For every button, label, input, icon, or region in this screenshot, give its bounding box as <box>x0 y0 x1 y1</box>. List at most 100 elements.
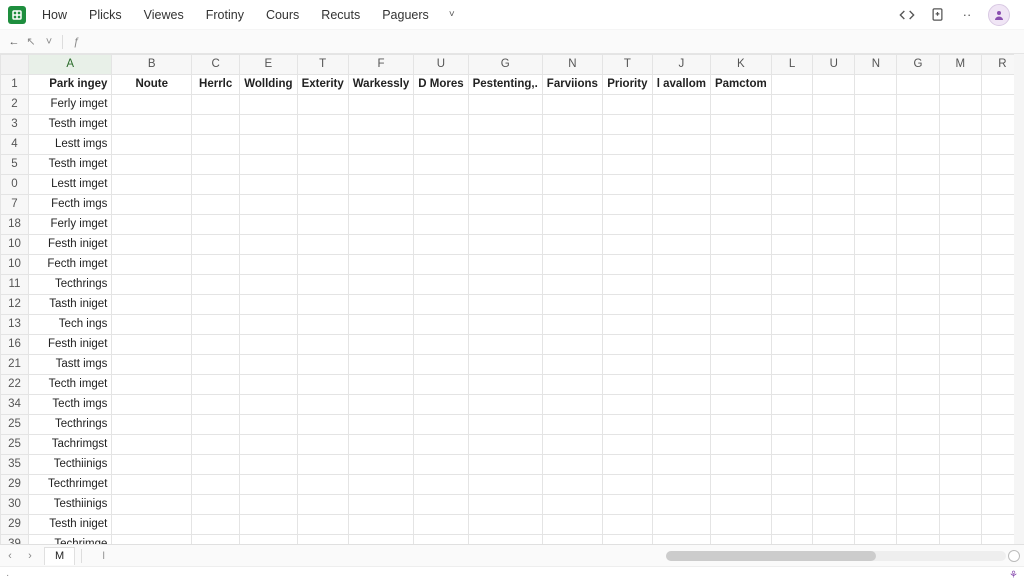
column-header[interactable]: G <box>897 55 939 75</box>
cell[interactable] <box>771 335 813 355</box>
cell[interactable] <box>652 235 710 255</box>
cell[interactable] <box>468 235 542 255</box>
cell[interactable] <box>602 155 652 175</box>
cell[interactable] <box>602 195 652 215</box>
cell[interactable] <box>414 275 468 295</box>
cell[interactable] <box>602 475 652 495</box>
cell[interactable] <box>192 95 240 115</box>
cell[interactable] <box>813 515 855 535</box>
cell[interactable] <box>939 415 981 435</box>
cell[interactable] <box>297 415 348 435</box>
cell[interactable] <box>240 335 297 355</box>
cell[interactable] <box>192 375 240 395</box>
cell[interactable] <box>414 375 468 395</box>
cell[interactable] <box>771 155 813 175</box>
cell[interactable] <box>468 515 542 535</box>
cell[interactable] <box>939 455 981 475</box>
cell[interactable] <box>939 255 981 275</box>
cell[interactable] <box>112 175 192 195</box>
cell[interactable] <box>897 175 939 195</box>
cell[interactable] <box>652 155 710 175</box>
cell[interactable] <box>813 315 855 335</box>
cell[interactable]: Ferly imget <box>29 215 112 235</box>
cell[interactable] <box>542 415 602 435</box>
cell[interactable] <box>939 295 981 315</box>
cell[interactable] <box>542 515 602 535</box>
status-user-icon[interactable]: ⚘ <box>1009 570 1018 581</box>
cell[interactable] <box>542 435 602 455</box>
cell[interactable] <box>192 135 240 155</box>
cell[interactable] <box>414 255 468 275</box>
cell[interactable] <box>602 135 652 155</box>
row-header[interactable]: 29 <box>1 515 29 535</box>
cell[interactable] <box>192 495 240 515</box>
cell[interactable]: Herrlc <box>192 75 240 95</box>
cell[interactable] <box>240 255 297 275</box>
cell[interactable]: Fecth imgs <box>29 195 112 215</box>
cell[interactable] <box>297 335 348 355</box>
cell[interactable] <box>414 215 468 235</box>
cell[interactable]: Tasth iniget <box>29 295 112 315</box>
cell[interactable] <box>710 195 771 215</box>
row-header[interactable]: 12 <box>1 295 29 315</box>
cell[interactable] <box>855 355 897 375</box>
cell[interactable] <box>297 215 348 235</box>
cell[interactable] <box>542 115 602 135</box>
cell[interactable] <box>414 515 468 535</box>
row-header[interactable]: 7 <box>1 195 29 215</box>
cell[interactable]: Farviions <box>542 75 602 95</box>
cell[interactable] <box>897 75 939 95</box>
cell[interactable]: Tecthiinigs <box>29 455 112 475</box>
cell[interactable] <box>710 395 771 415</box>
cell[interactable]: Tecthrings <box>29 415 112 435</box>
cell[interactable] <box>297 515 348 535</box>
cell[interactable] <box>192 415 240 435</box>
cell[interactable] <box>240 175 297 195</box>
add-page-icon[interactable] <box>928 6 946 24</box>
cell[interactable] <box>855 315 897 335</box>
cell[interactable]: Tecthrings <box>29 275 112 295</box>
cell[interactable] <box>813 235 855 255</box>
cell[interactable] <box>542 395 602 415</box>
cell[interactable]: Ferly imget <box>29 95 112 115</box>
cell[interactable] <box>897 215 939 235</box>
cell[interactable] <box>710 275 771 295</box>
cell[interactable] <box>710 215 771 235</box>
cell[interactable] <box>192 255 240 275</box>
cell[interactable] <box>468 495 542 515</box>
cell[interactable] <box>652 535 710 545</box>
cell[interactable] <box>652 95 710 115</box>
cell[interactable] <box>297 175 348 195</box>
cell[interactable] <box>939 355 981 375</box>
cell[interactable] <box>771 115 813 135</box>
cell[interactable] <box>468 455 542 475</box>
cell[interactable] <box>112 135 192 155</box>
cell[interactable] <box>297 455 348 475</box>
cell[interactable] <box>897 255 939 275</box>
cell[interactable] <box>542 475 602 495</box>
column-header[interactable]: A <box>29 55 112 75</box>
cell[interactable] <box>468 315 542 335</box>
cell[interactable] <box>348 415 413 435</box>
cell[interactable] <box>297 495 348 515</box>
cell[interactable] <box>652 215 710 235</box>
cell[interactable]: Lestt imgs <box>29 135 112 155</box>
cell[interactable] <box>468 415 542 435</box>
cell[interactable]: Festh iniget <box>29 235 112 255</box>
cell[interactable] <box>652 415 710 435</box>
cell[interactable] <box>297 535 348 545</box>
cell[interactable] <box>348 535 413 545</box>
cell[interactable] <box>939 135 981 155</box>
menu-item-viewes[interactable]: Viewes <box>136 4 192 26</box>
cell[interactable] <box>710 515 771 535</box>
cell[interactable] <box>468 115 542 135</box>
cell[interactable] <box>855 395 897 415</box>
cell[interactable] <box>813 255 855 275</box>
cell[interactable] <box>813 175 855 195</box>
cell[interactable] <box>112 275 192 295</box>
cell[interactable] <box>855 535 897 545</box>
cell[interactable] <box>542 375 602 395</box>
cell[interactable] <box>468 475 542 495</box>
cell[interactable] <box>192 355 240 375</box>
cell[interactable] <box>468 135 542 155</box>
